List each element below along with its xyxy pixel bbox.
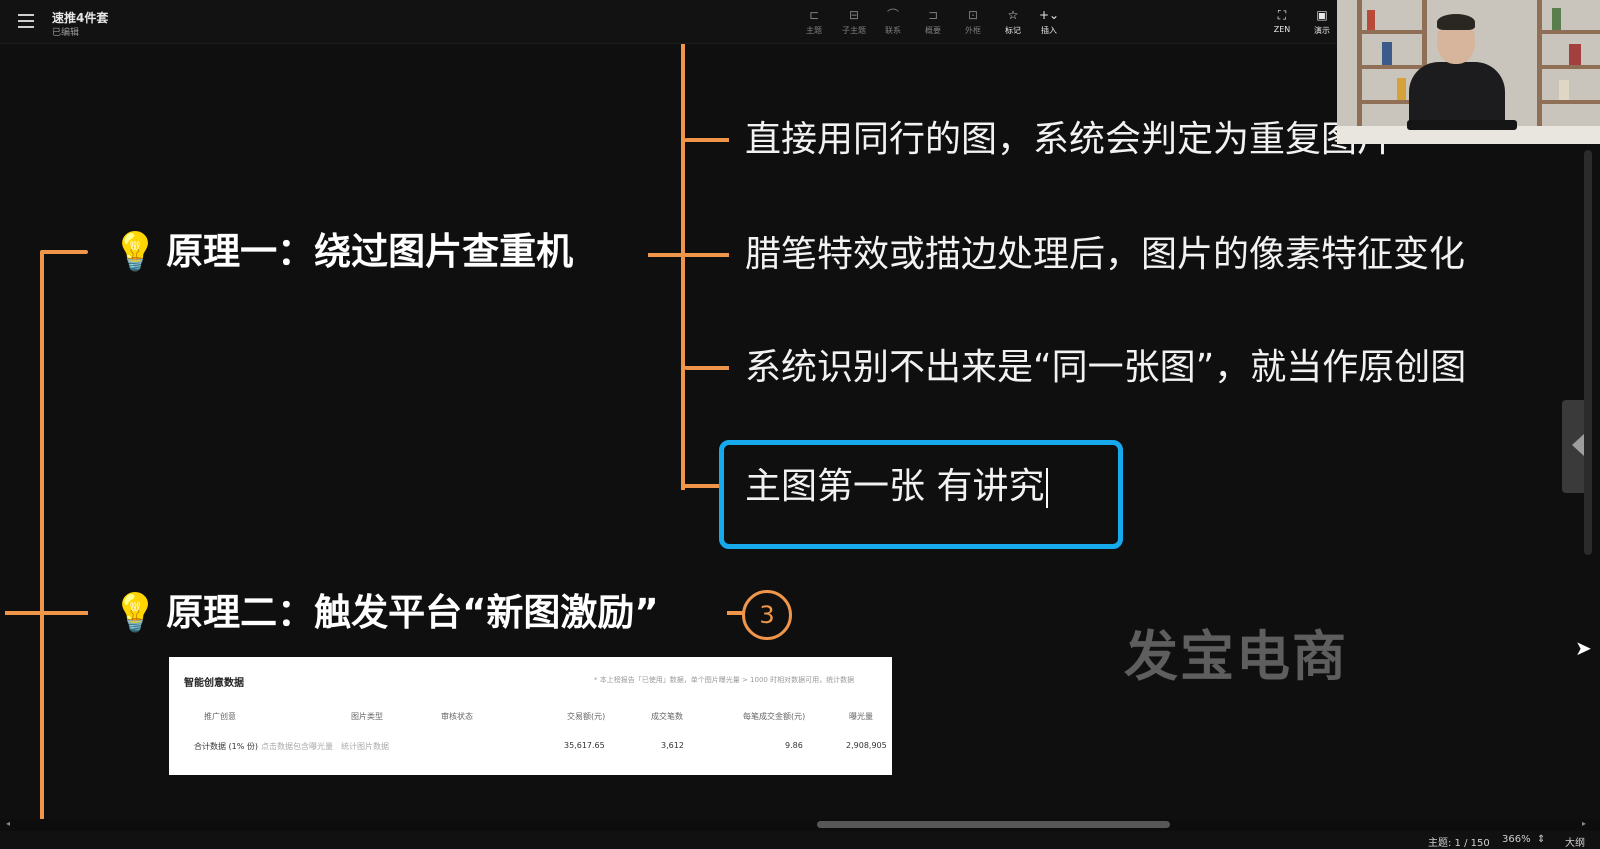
- subtopic-1[interactable]: 直接用同行的图，系统会判定为重复图片: [745, 118, 1393, 162]
- tool-label: 外框: [965, 26, 981, 35]
- keyboard: [1407, 120, 1517, 130]
- fullscreen-icon: ⛶: [1277, 8, 1287, 22]
- tool-label: 演示: [1314, 26, 1330, 35]
- summary-icon: ⊐: [927, 8, 939, 22]
- tool-label: 主题: [806, 26, 822, 35]
- book: [1552, 8, 1561, 30]
- scroll-right-icon[interactable]: ▸: [1582, 819, 1586, 828]
- tool-label: 插入: [1041, 26, 1057, 35]
- table-cell: 合计数据 (1% 份): [194, 742, 259, 751]
- table-cell: 35,617.65: [564, 741, 605, 750]
- collapsed-count-badge[interactable]: 3: [742, 590, 792, 640]
- table-cell: 点击数据包含曝光量: [261, 742, 333, 751]
- tool-marker-button[interactable]: ☆ 标记: [996, 8, 1030, 36]
- lightbulb-icon: 💡: [112, 591, 159, 634]
- connector-collapse: [727, 611, 743, 615]
- table-header: 推广创意: [204, 712, 236, 721]
- tool-label: ZEN: [1273, 25, 1291, 34]
- bookshelf-board: [1357, 30, 1427, 34]
- watermark: 发宝电商: [1124, 625, 1348, 688]
- table-header: 审核状态: [441, 712, 473, 721]
- topic-icon: ⊏: [808, 8, 820, 22]
- document-status: 已编辑: [52, 28, 80, 38]
- chevron-left-icon: [1572, 434, 1584, 456]
- table-cell: 3,612: [661, 741, 684, 750]
- table-header: 每笔成交金额(元): [743, 712, 806, 721]
- subtopic-icon: ⊟: [848, 8, 860, 22]
- scroll-left-icon[interactable]: ◂: [6, 819, 10, 828]
- branch-spine-line: [681, 44, 685, 490]
- table-cell: 9.86: [785, 741, 803, 750]
- subtopic-2[interactable]: 腊笔特效或描边处理后，图片的像素特征变化: [745, 233, 1465, 277]
- main-trunk-line: [40, 250, 44, 819]
- connector-child-1: [683, 138, 729, 142]
- table-title: 智能创意数据: [184, 678, 244, 689]
- zen-button[interactable]: ⛶ ZEN: [1265, 8, 1299, 34]
- book: [1382, 42, 1392, 65]
- book: [1559, 80, 1569, 100]
- table-note: * 本上榜报告「已使用」数据，单个图片曝光量 > 1000 时相对数据可用，统计…: [594, 676, 855, 684]
- bookshelf-board: [1537, 65, 1600, 69]
- connector-principle1: [40, 250, 88, 254]
- scrollbar-thumb[interactable]: [817, 821, 1170, 828]
- tool-label: 标记: [1005, 26, 1021, 35]
- boundary-icon: ⊡: [967, 8, 979, 22]
- text-caret: [1046, 468, 1049, 508]
- tool-subtopic-button[interactable]: ⊟ 子主题: [837, 8, 871, 36]
- present-icon: ▣: [1316, 8, 1328, 22]
- document-title[interactable]: 速推4件套: [52, 9, 108, 26]
- tool-label: 子主题: [842, 26, 866, 35]
- table-cell: 统计图片数据: [341, 742, 389, 751]
- presenter-hair: [1437, 14, 1475, 30]
- horizontal-scrollbar[interactable]: ◂ ▸: [0, 819, 1600, 831]
- tool-insert-button[interactable]: +⌄ 插入: [1027, 8, 1071, 36]
- book: [1397, 78, 1406, 100]
- connector-child-3: [683, 366, 729, 370]
- zoom-stepper-icon[interactable]: ⇕: [1537, 834, 1545, 845]
- tool-topic-button[interactable]: ⊏ 主题: [797, 8, 831, 36]
- embedded-table-image[interactable]: 智能创意数据 * 本上榜报告「已使用」数据，单个图片曝光量 > 1000 时相对…: [169, 657, 892, 775]
- book: [1569, 44, 1581, 65]
- bookshelf-board: [1537, 100, 1600, 104]
- topic-principle-2-text: 原理二：触发平台“新图激励”: [166, 591, 659, 634]
- bookshelf-board: [1537, 30, 1600, 34]
- table-header: 曝光量: [849, 712, 873, 721]
- book: [1367, 10, 1375, 30]
- subtopic-3[interactable]: 系统识别不出来是“同一张图”，就当作原创图: [745, 346, 1466, 390]
- zoom-level[interactable]: 366%: [1502, 834, 1531, 845]
- relation-icon: ⌒: [886, 8, 899, 22]
- vertical-scrollbar[interactable]: [1584, 150, 1592, 555]
- tool-label: 概要: [925, 26, 941, 35]
- connector-child-2: [683, 253, 729, 257]
- menu-icon[interactable]: [18, 14, 34, 28]
- topic-count: 主题: 1 / 150: [1428, 838, 1490, 849]
- topic-principle-1-text: 原理一：绕过图片查重机: [166, 230, 574, 273]
- topic-principle-1[interactable]: 💡 原理一：绕过图片查重机: [112, 229, 573, 275]
- topic-principle-2[interactable]: 💡 原理二：触发平台“新图激励”: [112, 590, 659, 636]
- connector-child-4: [683, 484, 723, 488]
- present-button[interactable]: ▣ 演示: [1305, 8, 1339, 36]
- subtopic-4-editing[interactable]: 主图第一张 有讲究: [745, 465, 1049, 509]
- lightbulb-icon: 💡: [112, 230, 159, 273]
- bookshelf-board: [1357, 65, 1427, 69]
- subtopic-4-text: 主图第一张 有讲究: [745, 466, 1045, 507]
- webcam-overlay: [1337, 0, 1600, 144]
- tool-label: 联系: [885, 26, 901, 35]
- tool-boundary-button[interactable]: ⊡ 外框: [956, 8, 990, 36]
- plus-icon: +⌄: [1038, 8, 1060, 22]
- table-header: 图片类型: [351, 712, 383, 721]
- star-icon: ☆: [1007, 8, 1019, 22]
- tool-summary-button[interactable]: ⊐ 概要: [916, 8, 950, 36]
- status-bar: 主题: 1 / 150 366% ⇕ 大纲: [0, 831, 1600, 849]
- connector-principle2: [5, 611, 88, 615]
- table-cell: 2,908,905: [846, 741, 887, 750]
- outline-button[interactable]: 大纲: [1565, 834, 1585, 849]
- table-header: 交易额(元): [567, 712, 606, 721]
- mouse-cursor-icon: ➤: [1575, 636, 1592, 660]
- table-header: 成交笔数: [651, 712, 683, 721]
- tool-relation-button[interactable]: ⌒ 联系: [876, 8, 910, 36]
